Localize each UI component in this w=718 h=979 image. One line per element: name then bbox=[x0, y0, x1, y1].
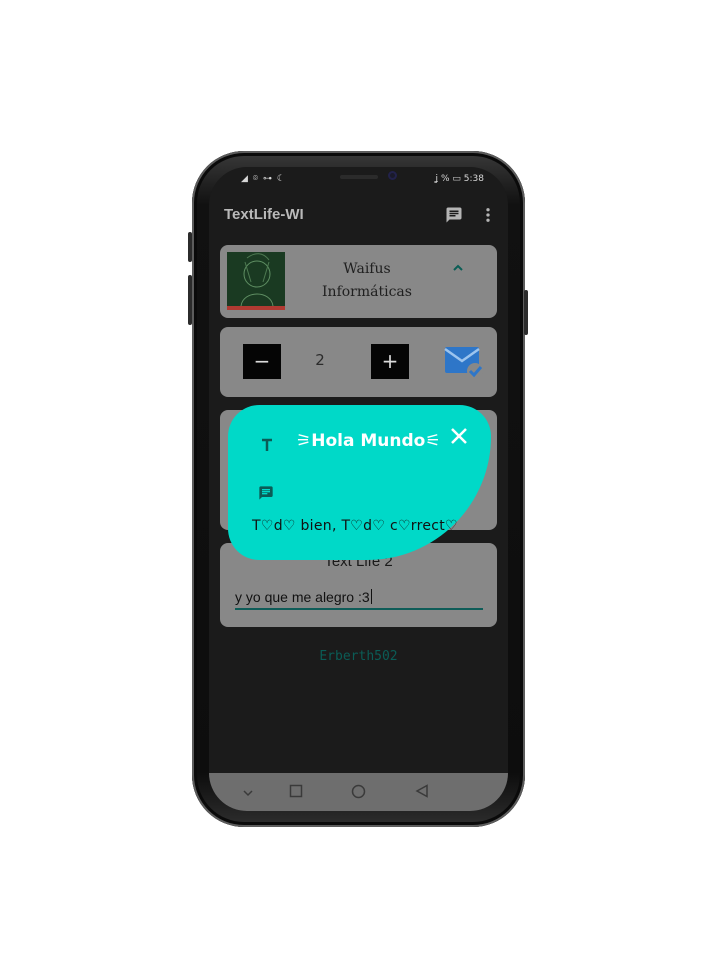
profile-card[interactable]: Waifus Informáticas bbox=[220, 245, 497, 318]
nav-hide-icon[interactable] bbox=[242, 784, 254, 802]
navigation-bar bbox=[209, 773, 508, 811]
stepper-card: − 2 + bbox=[220, 327, 497, 397]
app-bar: TextLife-WI bbox=[209, 197, 508, 233]
decrement-button[interactable]: − bbox=[243, 344, 281, 379]
profile-thumbnail bbox=[227, 252, 285, 310]
toast-title: ⚞Hola Mundo⚟ bbox=[296, 431, 441, 451]
volume-down-button bbox=[188, 275, 192, 325]
text-input-value: y yo que me alegro :3 bbox=[235, 589, 370, 605]
nav-home-icon[interactable] bbox=[351, 784, 366, 803]
title-icon bbox=[260, 437, 274, 456]
chevron-up-icon[interactable] bbox=[452, 261, 464, 277]
front-camera bbox=[388, 171, 397, 180]
nav-recents-icon[interactable] bbox=[289, 784, 303, 802]
message-icon bbox=[258, 485, 274, 505]
app-title: TextLife-WI bbox=[224, 206, 304, 223]
status-battery-time: ʝ % ▭ 5:38 bbox=[435, 174, 484, 184]
chat-icon[interactable] bbox=[445, 206, 463, 228]
nav-back-icon[interactable] bbox=[415, 784, 429, 802]
status-icons: ◢ ⌾ ⊶ ☾ bbox=[241, 174, 286, 184]
speaker bbox=[340, 175, 378, 179]
quantity-value: 2 bbox=[315, 351, 325, 369]
profile-name: Waifus Informáticas bbox=[322, 261, 412, 300]
increment-button[interactable]: + bbox=[371, 344, 409, 379]
close-icon[interactable] bbox=[450, 427, 468, 449]
text-caret bbox=[370, 589, 372, 604]
toast-message: T♡d♡ bien, T♡d♡ c♡rrect♡ bbox=[252, 518, 458, 534]
more-vert-icon[interactable] bbox=[481, 206, 495, 228]
author-credit: Erberth502 bbox=[319, 649, 398, 664]
status-bar: ◢ ⌾ ⊶ ☾ ʝ % ▭ 5:38 bbox=[209, 167, 508, 193]
text-input[interactable]: y yo que me alegro :3 bbox=[235, 589, 483, 610]
power-button bbox=[524, 290, 528, 335]
mail-check-icon[interactable] bbox=[444, 344, 484, 384]
volume-button bbox=[188, 232, 192, 262]
